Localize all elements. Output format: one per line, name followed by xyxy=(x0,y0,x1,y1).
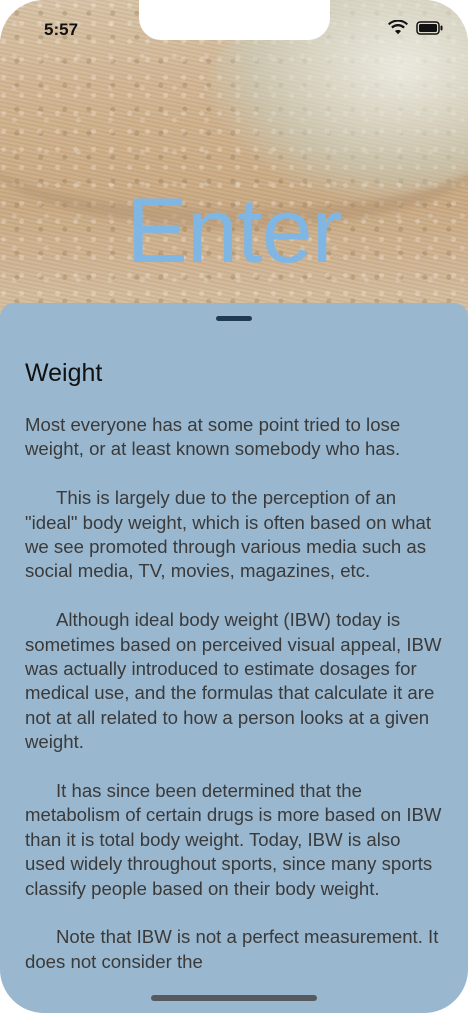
paragraph: Note that IBW is not a perfect measureme… xyxy=(25,926,439,972)
battery-icon xyxy=(416,20,444,35)
status-time: 5:57 xyxy=(44,20,79,39)
home-indicator[interactable] xyxy=(151,995,317,1001)
section-title: Weight xyxy=(25,359,103,387)
article-content[interactable]: Most everyone has at some point tried to… xyxy=(25,413,445,999)
paragraph: This is largely due to the perception of… xyxy=(25,487,431,582)
status-icons xyxy=(388,20,444,35)
paragraph: Although ideal body weight (IBW) today i… xyxy=(25,609,442,753)
sheet-grabber-handle[interactable] xyxy=(216,316,252,321)
device-notch xyxy=(139,0,330,40)
paragraph: It has since been determined that the me… xyxy=(25,780,442,899)
bottom-sheet[interactable]: Weight Most everyone has at some point t… xyxy=(0,303,468,1013)
phone-screen: 5:57 Enter Weight Most everyone has at s… xyxy=(0,0,468,1013)
hero-title: Enter xyxy=(126,180,343,282)
wifi-icon xyxy=(388,20,408,35)
sand-background-image xyxy=(0,0,468,340)
paragraph: Most everyone has at some point tried to… xyxy=(25,414,401,460)
